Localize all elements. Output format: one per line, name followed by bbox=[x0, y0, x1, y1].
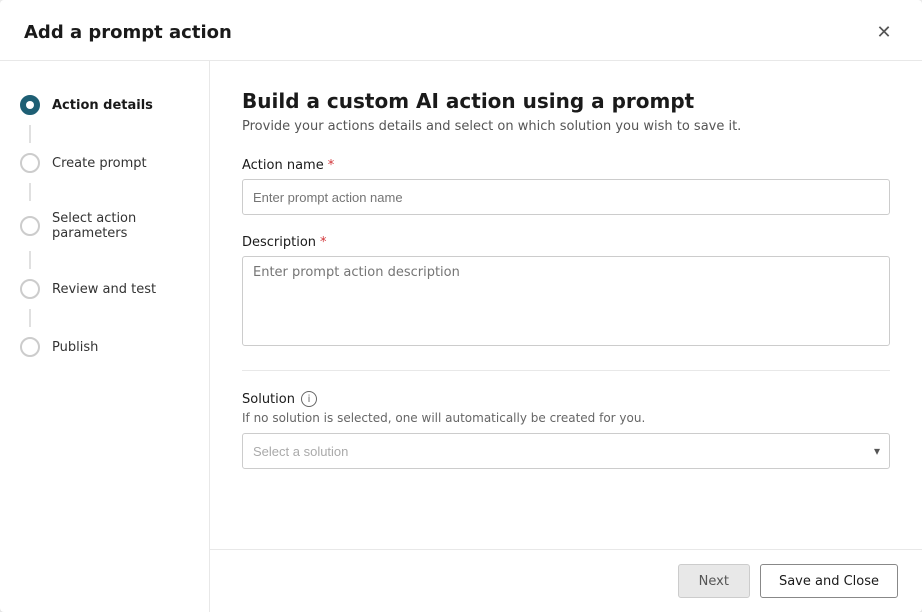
sidebar-item-select-action-parameters[interactable]: Select action parameters bbox=[0, 201, 209, 251]
sidebar-item-label-select-action-parameters: Select action parameters bbox=[52, 211, 189, 241]
description-textarea[interactable] bbox=[242, 256, 890, 346]
solution-label: Solution bbox=[242, 392, 295, 407]
step-circle-action-details bbox=[20, 95, 40, 115]
step-circle-publish bbox=[20, 337, 40, 357]
sidebar: Action details Create prompt Select acti… bbox=[0, 61, 210, 612]
sidebar-item-create-prompt[interactable]: Create prompt bbox=[0, 143, 209, 183]
action-name-required: * bbox=[328, 158, 335, 173]
action-name-input[interactable] bbox=[242, 179, 890, 215]
description-label: Description * bbox=[242, 235, 890, 250]
step-circle-review-and-test bbox=[20, 279, 40, 299]
solution-label-row: Solution i bbox=[242, 391, 890, 407]
action-name-field-group: Action name * bbox=[242, 158, 890, 215]
sidebar-item-publish[interactable]: Publish bbox=[0, 327, 209, 367]
info-icon[interactable]: i bbox=[301, 391, 317, 407]
solution-hint: If no solution is selected, one will aut… bbox=[242, 411, 890, 425]
main-content: Build a custom AI action using a prompt … bbox=[210, 61, 922, 612]
step-connector-2 bbox=[29, 183, 31, 201]
sidebar-item-label-action-details: Action details bbox=[52, 98, 153, 113]
sidebar-item-label-create-prompt: Create prompt bbox=[52, 156, 147, 171]
solution-select-wrapper: Select a solution ▾ bbox=[242, 433, 890, 469]
description-required: * bbox=[320, 235, 327, 250]
action-name-label: Action name * bbox=[242, 158, 890, 173]
solution-select[interactable]: Select a solution bbox=[242, 433, 890, 469]
section-title: Build a custom AI action using a prompt bbox=[242, 89, 890, 113]
solution-field-group: Solution i If no solution is selected, o… bbox=[242, 391, 890, 469]
section-divider bbox=[242, 370, 890, 371]
step-circle-select-action-parameters bbox=[20, 216, 40, 236]
close-button[interactable]: ✕ bbox=[870, 18, 898, 46]
content-area: Build a custom AI action using a prompt … bbox=[210, 61, 922, 549]
section-subtitle: Provide your actions details and select … bbox=[242, 119, 890, 134]
step-connector-3 bbox=[29, 251, 31, 269]
description-field-group: Description * bbox=[242, 235, 890, 350]
sidebar-item-action-details[interactable]: Action details bbox=[0, 85, 209, 125]
modal-body: Action details Create prompt Select acti… bbox=[0, 61, 922, 612]
next-button[interactable]: Next bbox=[678, 564, 750, 598]
sidebar-item-label-publish: Publish bbox=[52, 340, 98, 355]
close-icon: ✕ bbox=[876, 22, 891, 43]
modal-title: Add a prompt action bbox=[24, 22, 232, 43]
modal-dialog: Add a prompt action ✕ Action details Cre… bbox=[0, 0, 922, 612]
step-circle-create-prompt bbox=[20, 153, 40, 173]
step-connector-4 bbox=[29, 309, 31, 327]
save-close-button[interactable]: Save and Close bbox=[760, 564, 898, 598]
step-connector-1 bbox=[29, 125, 31, 143]
modal-footer: Next Save and Close bbox=[210, 549, 922, 612]
sidebar-item-label-review-and-test: Review and test bbox=[52, 282, 156, 297]
sidebar-item-review-and-test[interactable]: Review and test bbox=[0, 269, 209, 309]
modal-header: Add a prompt action ✕ bbox=[0, 0, 922, 61]
